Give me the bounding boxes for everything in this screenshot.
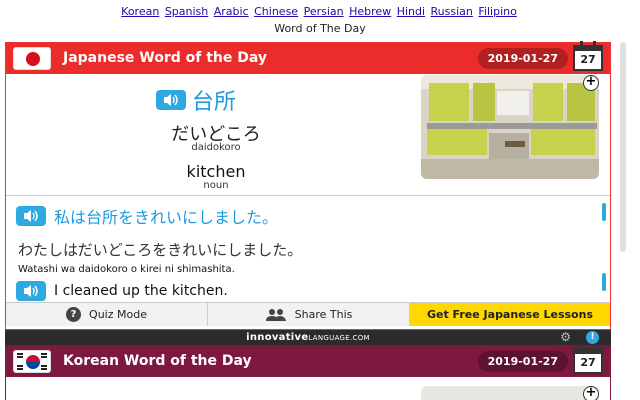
word-romaji: daidokoro [191, 142, 241, 153]
action-bar: ? Quiz Mode Share This Get Free Japanese… [6, 302, 610, 326]
japan-flag-icon [13, 47, 51, 70]
page-scroll-thumb[interactable] [620, 42, 626, 252]
korean-word-panel: Korean Word of the Day 2019-01-27 27 + [5, 344, 611, 400]
korea-flag-icon [13, 350, 51, 373]
scroll-thumb[interactable] [602, 273, 606, 291]
sentence-romaji: Watashi wa daidokoro o kirei ni shimashi… [18, 264, 235, 275]
word-english: kitchen [186, 162, 246, 181]
speaker-icon[interactable] [156, 90, 186, 110]
lang-link-spanish[interactable]: Spanish [165, 5, 208, 18]
lang-link-arabic[interactable]: Arabic [214, 5, 249, 18]
lang-link-hindi[interactable]: Hindi [397, 5, 425, 18]
sentence-en-row: I cleaned up the kitchen. [16, 281, 228, 301]
share-label: Share This [294, 308, 353, 321]
brand-bar: innovativeLANGUAGE.COM ⚙ ! [5, 330, 611, 345]
lang-link-korean[interactable]: Korean [121, 5, 159, 18]
language-links: Korean Spanish Arabic Chinese Persian He… [0, 5, 640, 18]
lang-link-filipino[interactable]: Filipino [478, 5, 516, 18]
lang-link-persian[interactable]: Persian [304, 5, 344, 18]
sentence-scrollbar[interactable] [600, 197, 610, 302]
brand-logo[interactable]: innovativeLANGUAGE.COM [5, 330, 611, 346]
word-image [421, 386, 599, 400]
word-section: 台所 だいどころ daidokoro kitchen noun + [6, 74, 610, 196]
japanese-word-panel: Japanese Word of the Day 2019-01-27 27 台… [5, 41, 611, 330]
speaker-icon[interactable] [16, 206, 46, 226]
share-button[interactable]: Share This [208, 303, 410, 326]
gear-icon[interactable]: ⚙ [560, 331, 571, 344]
japanese-panel-header: Japanese Word of the Day 2019-01-27 27 [6, 41, 610, 74]
page-subtitle: Word of The Day [274, 22, 366, 35]
word-kanji: 台所 [192, 90, 237, 115]
sentence-jp-row: 私は台所をきれいにしました。 [16, 204, 278, 228]
korean-panel-header: Korean Word of the Day 2019-01-27 27 [6, 344, 610, 377]
expand-plus-icon[interactable]: + [583, 386, 599, 400]
panel-title: Japanese Word of the Day [63, 50, 268, 66]
part-of-speech: noun [203, 180, 229, 191]
calendar-icon[interactable]: 27 [573, 344, 603, 374]
free-lessons-label: Get Free Japanese Lessons [426, 308, 593, 321]
date-badge: 2019-01-27 [477, 48, 568, 69]
speaker-icon[interactable] [16, 281, 46, 301]
scroll-thumb[interactable] [602, 203, 606, 221]
date-badge: 2019-01-27 [477, 351, 568, 372]
sentence-section: 私は台所をきれいにしました。 わたしはだいどころをきれいにしました。 Watas… [6, 197, 600, 302]
free-lessons-button[interactable]: Get Free Japanese Lessons [410, 303, 610, 326]
calendar-icon[interactable]: 27 [573, 41, 603, 71]
page-scrollbar[interactable] [616, 42, 634, 400]
lang-link-russian[interactable]: Russian [431, 5, 473, 18]
quiz-icon: ? [66, 307, 82, 322]
sentence-japanese: 私は台所をきれいにしました。 [54, 208, 279, 227]
lang-link-chinese[interactable]: Chinese [254, 5, 298, 18]
lang-link-hebrew[interactable]: Hebrew [349, 5, 391, 18]
sentence-kana: わたしはだいどころをきれいにしました。 [18, 241, 303, 259]
panel-title: Korean Word of the Day [63, 353, 252, 369]
info-icon[interactable]: ! [586, 331, 599, 344]
quiz-mode-button[interactable]: ? Quiz Mode [6, 303, 208, 326]
quiz-mode-label: Quiz Mode [89, 308, 147, 321]
expand-plus-icon[interactable]: + [583, 75, 599, 91]
word-image [421, 75, 599, 179]
sentence-english: I cleaned up the kitchen. [54, 283, 228, 299]
share-icon [265, 308, 286, 321]
